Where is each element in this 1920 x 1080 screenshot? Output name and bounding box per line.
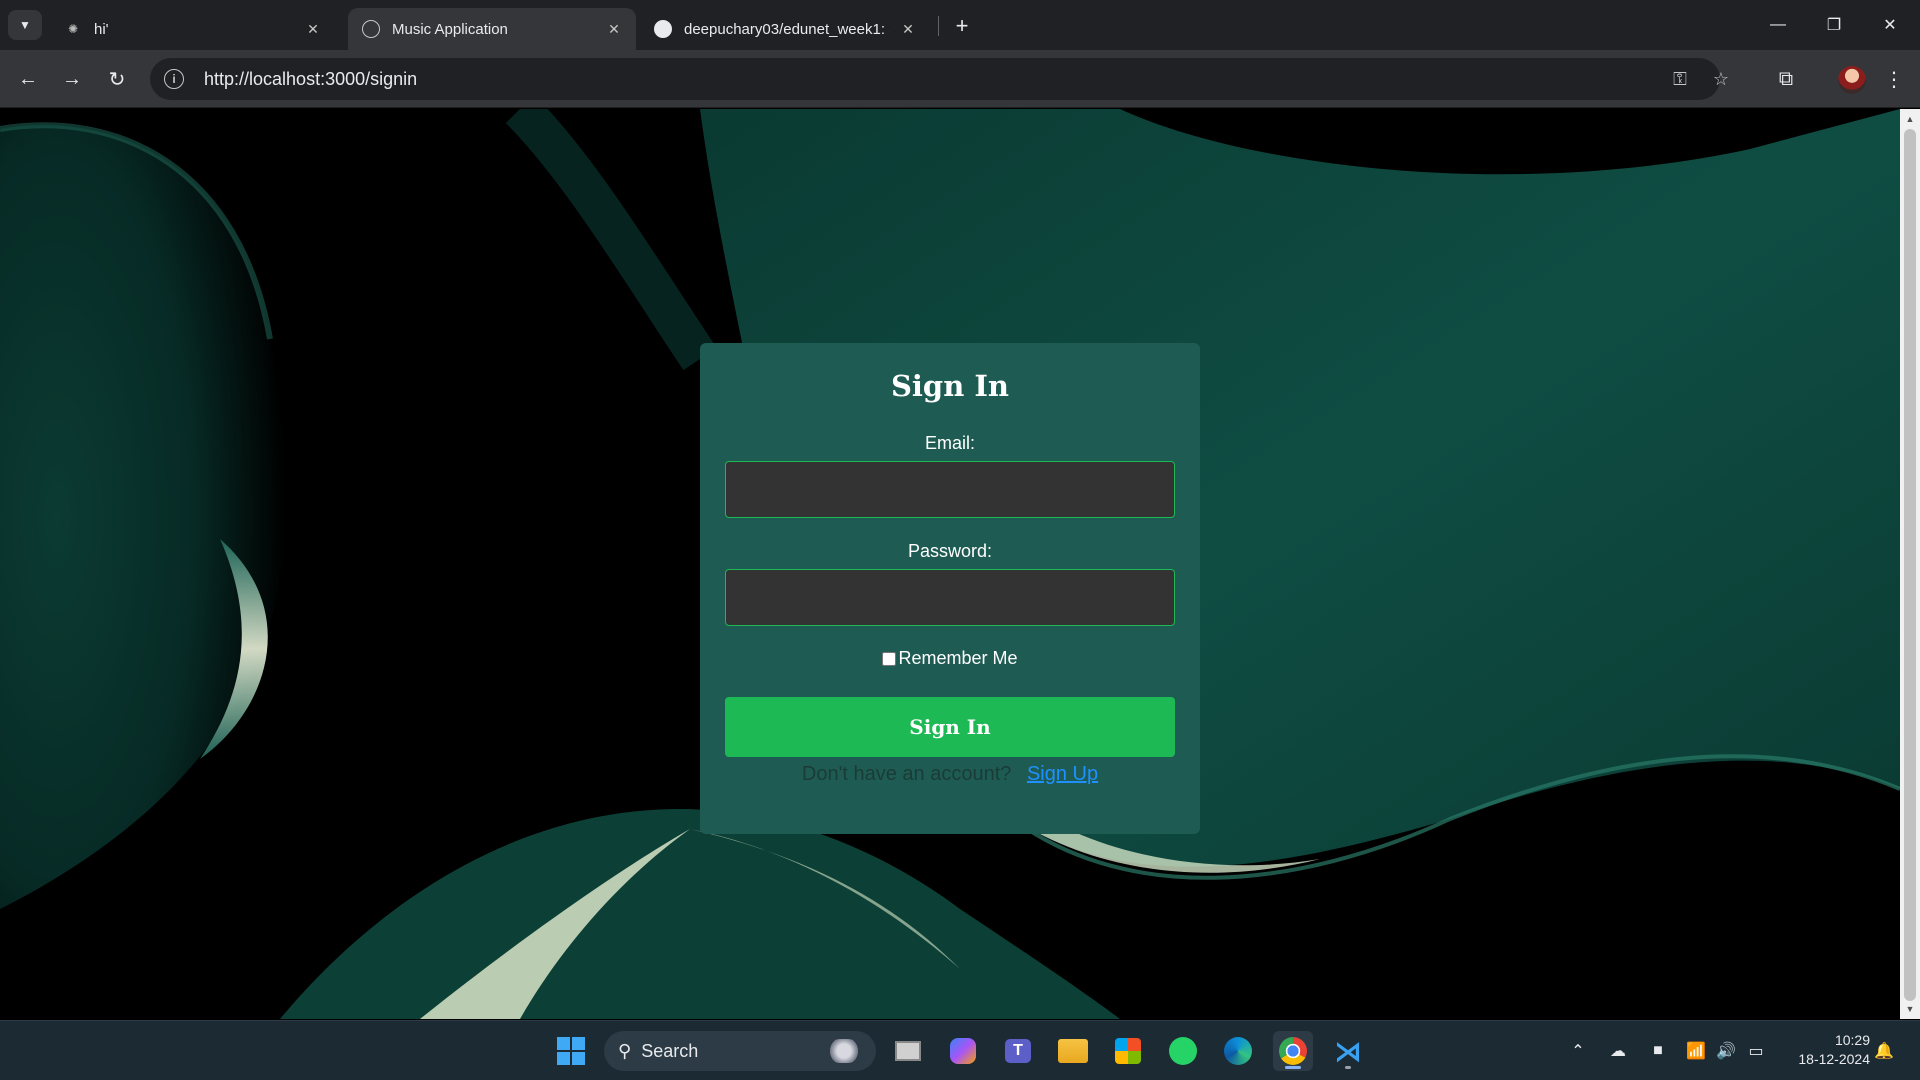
address-bar[interactable]: i http://localhost:3000/signin ⚿ ☆	[150, 58, 1729, 100]
restore-button[interactable]: ❐	[1806, 0, 1862, 50]
signup-prompt-row: Don't have an account? Sign Up	[700, 763, 1200, 786]
bookmark-star-icon[interactable]: ☆	[1710, 68, 1732, 90]
remember-me-checkbox[interactable]	[882, 651, 897, 666]
running-indicator	[1285, 1066, 1301, 1069]
back-button[interactable]: ←	[12, 63, 44, 95]
search-icon: ⚲	[618, 1040, 632, 1061]
remember-me-row: Remember Me	[700, 648, 1200, 669]
page-scrollbar[interactable]: ▲ ▼	[1900, 109, 1920, 1019]
volume-icon[interactable]: 🔊	[1714, 1039, 1738, 1063]
signup-prompt-text: Don't have an account?	[801, 763, 1012, 785]
chevron-up-icon[interactable]: ⌃	[1566, 1039, 1590, 1063]
task-view-icon	[895, 1041, 921, 1061]
taskbar-clock[interactable]: 10:29 18-12-2024	[1780, 1031, 1870, 1069]
task-view-button[interactable]	[888, 1031, 928, 1071]
whatsapp-icon	[1169, 1037, 1197, 1065]
tab-title: deepuchary03/edunet_week1: S	[684, 20, 890, 38]
password-field[interactable]	[725, 569, 1175, 626]
reload-icon: ↻	[108, 68, 126, 91]
tab-music-application[interactable]: Music Application ✕	[348, 8, 636, 50]
defender-icon[interactable]: ■	[1646, 1039, 1670, 1063]
running-indicator	[1345, 1066, 1351, 1069]
chrome-button[interactable]	[1273, 1031, 1313, 1071]
store-icon	[1115, 1038, 1141, 1064]
battery-icon[interactable]: ▭	[1744, 1039, 1768, 1063]
start-button[interactable]	[551, 1031, 591, 1071]
tab-favicon-icon: ✺	[67, 22, 79, 36]
globe-icon	[362, 20, 380, 38]
search-highlight-icon	[828, 1039, 860, 1063]
whatsapp-button[interactable]	[1163, 1031, 1203, 1071]
minimize-button[interactable]: —	[1750, 0, 1806, 50]
notification-bell-icon[interactable]: 🔔	[1872, 1039, 1896, 1063]
tab-strip: ▼ ✺ hi' ✕ Music Application ✕ deepuchary…	[0, 0, 1920, 50]
restore-icon: ❐	[1826, 17, 1842, 34]
copilot-button[interactable]	[943, 1031, 983, 1071]
windows-start-icon	[557, 1037, 585, 1065]
scrollbar-thumb[interactable]	[1904, 129, 1916, 1001]
vscode-icon: ⋊	[1334, 1035, 1362, 1067]
teams-button[interactable]: T	[998, 1031, 1038, 1071]
email-field[interactable]	[725, 461, 1175, 518]
plus-icon: +	[955, 13, 969, 38]
remember-me-label[interactable]: Remember Me	[898, 648, 1017, 669]
clock-date: 18-12-2024	[1798, 1051, 1870, 1067]
page-viewport: Sign In Email: Password: Remember Me Sig…	[0, 109, 1900, 1019]
forward-button[interactable]: →	[56, 63, 88, 95]
password-key-icon[interactable]: ⚿	[1669, 68, 1691, 90]
close-icon: ✕	[1883, 17, 1897, 34]
github-icon	[654, 20, 672, 38]
taskbar-search-label: Search	[641, 1040, 699, 1061]
tab-separator	[938, 16, 939, 36]
teams-icon: T	[1005, 1039, 1031, 1063]
edge-icon	[1224, 1037, 1252, 1065]
folder-icon	[1058, 1039, 1088, 1063]
tab-title: Music Application	[392, 20, 508, 38]
minimize-icon: —	[1770, 16, 1786, 33]
vscode-button[interactable]: ⋊	[1328, 1031, 1368, 1071]
close-tab-icon[interactable]: ✕	[898, 19, 918, 39]
signin-button[interactable]: Sign In	[725, 697, 1175, 757]
extensions-puzzle-icon[interactable]: ⧉	[1770, 63, 1802, 95]
close-tab-icon[interactable]: ✕	[604, 19, 624, 39]
windows-taskbar: ⚲ Search T ⋊ ⌃ ☁ ■ 📶 🔊 ▭ 10:29 18-12-202…	[0, 1020, 1920, 1080]
chrome-icon	[1279, 1037, 1307, 1065]
signin-heading: Sign In	[890, 369, 1010, 403]
profile-avatar[interactable]	[1838, 66, 1866, 94]
browser-toolbar: ← → ↻ i http://localhost:3000/signin ⚿ ☆…	[0, 50, 1920, 108]
taskbar-search[interactable]: ⚲ Search	[604, 1031, 876, 1071]
url-text: http://localhost:3000/signin	[204, 68, 418, 89]
site-info-icon[interactable]: i	[164, 69, 184, 89]
arrow-right-icon: →	[62, 67, 82, 90]
scroll-up-icon[interactable]: ▲	[1900, 111, 1920, 127]
signup-link[interactable]: Sign Up	[1027, 763, 1098, 785]
tab-hi[interactable]: ✺ hi' ✕	[50, 8, 335, 50]
reload-button[interactable]: ↻	[101, 63, 133, 95]
new-tab-button[interactable]: +	[948, 12, 976, 40]
scroll-down-icon[interactable]: ▼	[1900, 1001, 1920, 1017]
close-tab-icon[interactable]: ✕	[303, 19, 323, 39]
edge-button[interactable]	[1218, 1031, 1258, 1071]
store-button[interactable]	[1108, 1031, 1148, 1071]
file-explorer-button[interactable]	[1053, 1031, 1093, 1071]
chevron-down-icon: ▼	[19, 18, 31, 32]
tab-github[interactable]: deepuchary03/edunet_week1: S ✕	[640, 8, 930, 50]
signin-card: Sign In Email: Password: Remember Me Sig…	[700, 343, 1200, 834]
onedrive-cloud-icon[interactable]: ☁	[1606, 1039, 1630, 1063]
more-menu-icon[interactable]: ⋮	[1878, 63, 1910, 95]
password-label: Password:	[907, 541, 993, 561]
email-label: Email:	[924, 433, 975, 453]
copilot-icon	[950, 1038, 976, 1064]
tab-search-button[interactable]: ▼	[8, 10, 42, 40]
arrow-left-icon: ←	[18, 67, 38, 90]
close-window-button[interactable]: ✕	[1862, 0, 1918, 50]
clock-time: 10:29	[1834, 1032, 1870, 1048]
tab-title: hi'	[94, 20, 109, 38]
wifi-icon[interactable]: 📶	[1684, 1039, 1708, 1063]
